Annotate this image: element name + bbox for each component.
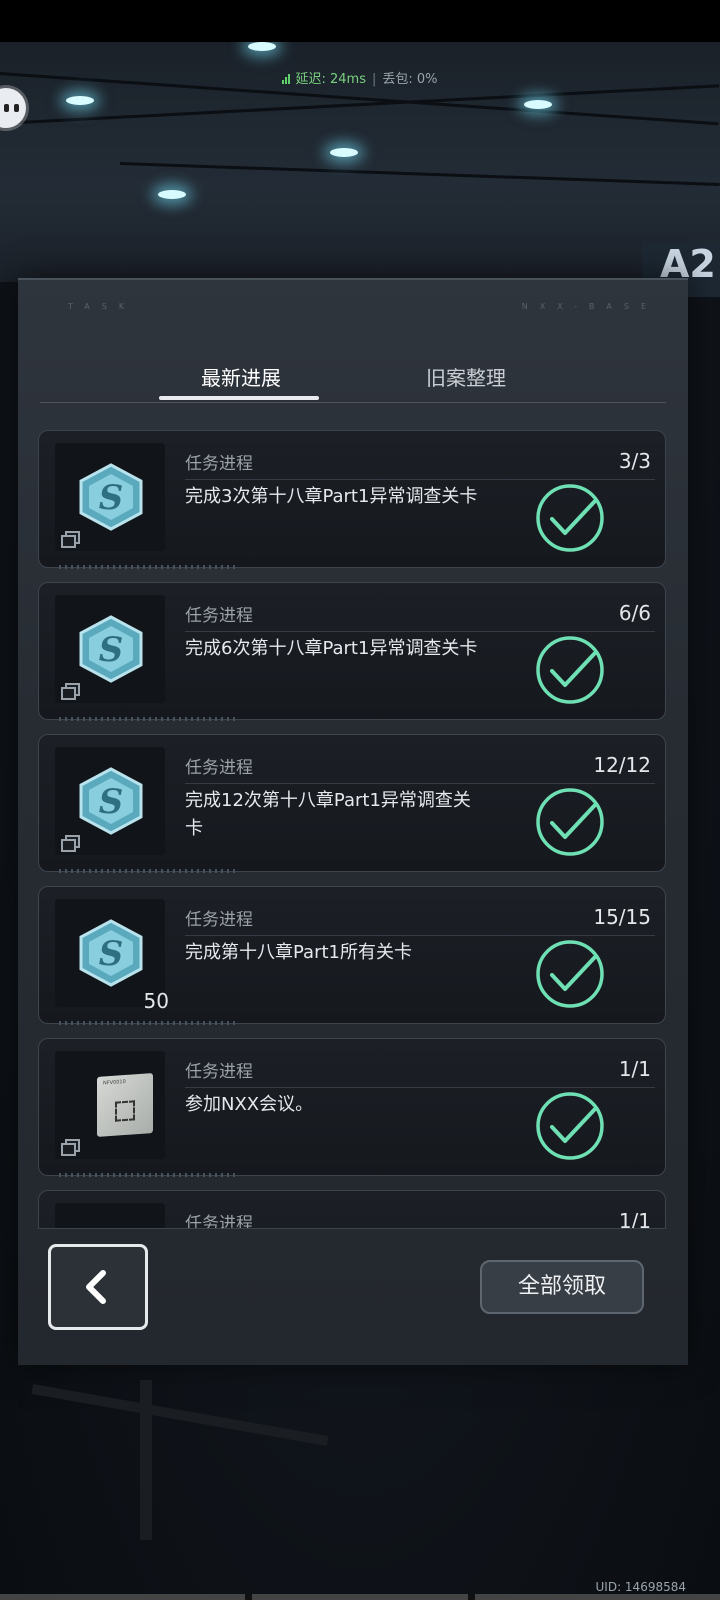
reward-thumbnail: S: [55, 595, 165, 703]
card-decor-dots: [59, 1021, 239, 1025]
task-card[interactable]: NFV0010 任务进程 1/1 参加NXX会议。: [38, 1038, 666, 1177]
completed-check-icon: [536, 1092, 604, 1160]
card-decor-dots: [59, 869, 239, 873]
task-count: 15/15: [593, 905, 651, 929]
task-count: 12/12: [593, 753, 651, 777]
chevron-left-icon: [86, 1270, 106, 1304]
task-description: 完成12次第十八章Part1异常调查关卡: [185, 790, 471, 839]
stack-icon: [61, 683, 80, 700]
task-card[interactable]: S 任务进程 12/12 完成12次第十八章Part1异常调查关卡: [38, 734, 666, 873]
card-decor-dots: [59, 717, 239, 721]
reward-thumbnail: [55, 1203, 165, 1228]
task-label: 任务进程: [185, 1062, 253, 1082]
tab-old-cases[interactable]: 旧案整理: [426, 362, 506, 391]
reward-thumbnail: S 50: [55, 899, 169, 1013]
completed-check-icon: [536, 636, 604, 704]
task-panel: TASK NXX-BASE 最新进展 旧案整理 S 任务进程 3/3 完成3次第…: [18, 278, 688, 1365]
footer-divider: [38, 1228, 666, 1229]
completed-check-icon: [536, 940, 604, 1008]
task-card[interactable]: S 任务进程 3/3 完成3次第十八章Part1异常调查关卡: [38, 430, 666, 569]
reward-thumbnail: S: [55, 747, 165, 855]
task-label: 任务进程: [185, 454, 253, 474]
hexagon-s-badge-icon: S: [79, 767, 143, 835]
claim-all-button[interactable]: 全部领取: [480, 1260, 644, 1314]
task-label: 任务进程: [185, 1214, 253, 1228]
active-tab-indicator: [159, 396, 319, 400]
svg-text:S: S: [99, 934, 124, 974]
svg-text:S: S: [99, 782, 124, 822]
stack-icon: [61, 531, 80, 548]
task-card[interactable]: S 50 任务进程 15/15 完成第十八章Part1所有关卡: [38, 886, 666, 1025]
reward-quantity: 50: [143, 989, 169, 1013]
panel-header-left: TASK: [68, 302, 137, 311]
home-indicator-bar: [0, 1594, 720, 1600]
reward-thumbnail: NFV0010: [55, 1051, 165, 1159]
tab-latest-progress[interactable]: 最新进展: [201, 362, 281, 391]
task-count: 1/1: [618, 1209, 651, 1228]
latency-text: 延迟: 24ms: [295, 72, 366, 87]
task-card[interactable]: S 任务进程 6/6 完成6次第十八章Part1异常调查关卡: [38, 582, 666, 721]
panel-header-right: NXX-BASE: [521, 302, 658, 311]
loss-text: 丢包: 0%: [382, 72, 438, 87]
task-count: 6/6: [618, 601, 651, 625]
hexagon-s-badge-icon: S: [79, 463, 143, 531]
reward-thumbnail: S: [55, 443, 165, 551]
network-status: 延迟: 24ms | 丢包: 0%: [0, 68, 720, 88]
task-label: 任务进程: [185, 758, 253, 778]
divider: [185, 783, 655, 784]
uid-label: UID: 14698584: [595, 1580, 687, 1594]
tab-bar: 最新进展 旧案整理: [40, 362, 666, 403]
hexagon-s-badge-icon: S: [79, 615, 143, 683]
divider: [185, 935, 655, 936]
svg-text:S: S: [99, 478, 124, 518]
hexagon-s-badge-icon: S: [79, 919, 143, 987]
task-description: 完成3次第十八章Part1异常调查关卡: [185, 486, 478, 507]
card-decor-dots: [59, 565, 239, 569]
task-description: 完成第十八章Part1所有关卡: [185, 942, 412, 963]
task-card[interactable]: 任务进程 1/1: [38, 1190, 666, 1228]
stack-icon: [61, 835, 80, 852]
completed-check-icon: [536, 788, 604, 856]
divider: [185, 1087, 655, 1088]
status-separator: |: [371, 72, 377, 87]
chip-card-icon: NFV0010: [97, 1073, 153, 1137]
task-description: 完成6次第十八章Part1异常调查关卡: [185, 638, 478, 659]
stack-icon: [61, 1139, 80, 1156]
task-count: 1/1: [618, 1057, 651, 1081]
svg-text:S: S: [99, 630, 124, 670]
task-label: 任务进程: [185, 910, 253, 930]
top-black-bar: [0, 0, 720, 42]
card-decor-dots: [59, 1173, 239, 1177]
divider: [185, 631, 655, 632]
task-list[interactable]: S 任务进程 3/3 完成3次第十八章Part1异常调查关卡 S 任务进程 6/…: [38, 430, 666, 1228]
signal-icon: [282, 73, 291, 88]
divider: [185, 479, 655, 480]
task-count: 3/3: [618, 449, 651, 473]
back-button[interactable]: [48, 1244, 148, 1330]
task-description: 参加NXX会议。: [185, 1094, 314, 1115]
task-label: 任务进程: [185, 606, 253, 626]
completed-check-icon: [536, 484, 604, 552]
